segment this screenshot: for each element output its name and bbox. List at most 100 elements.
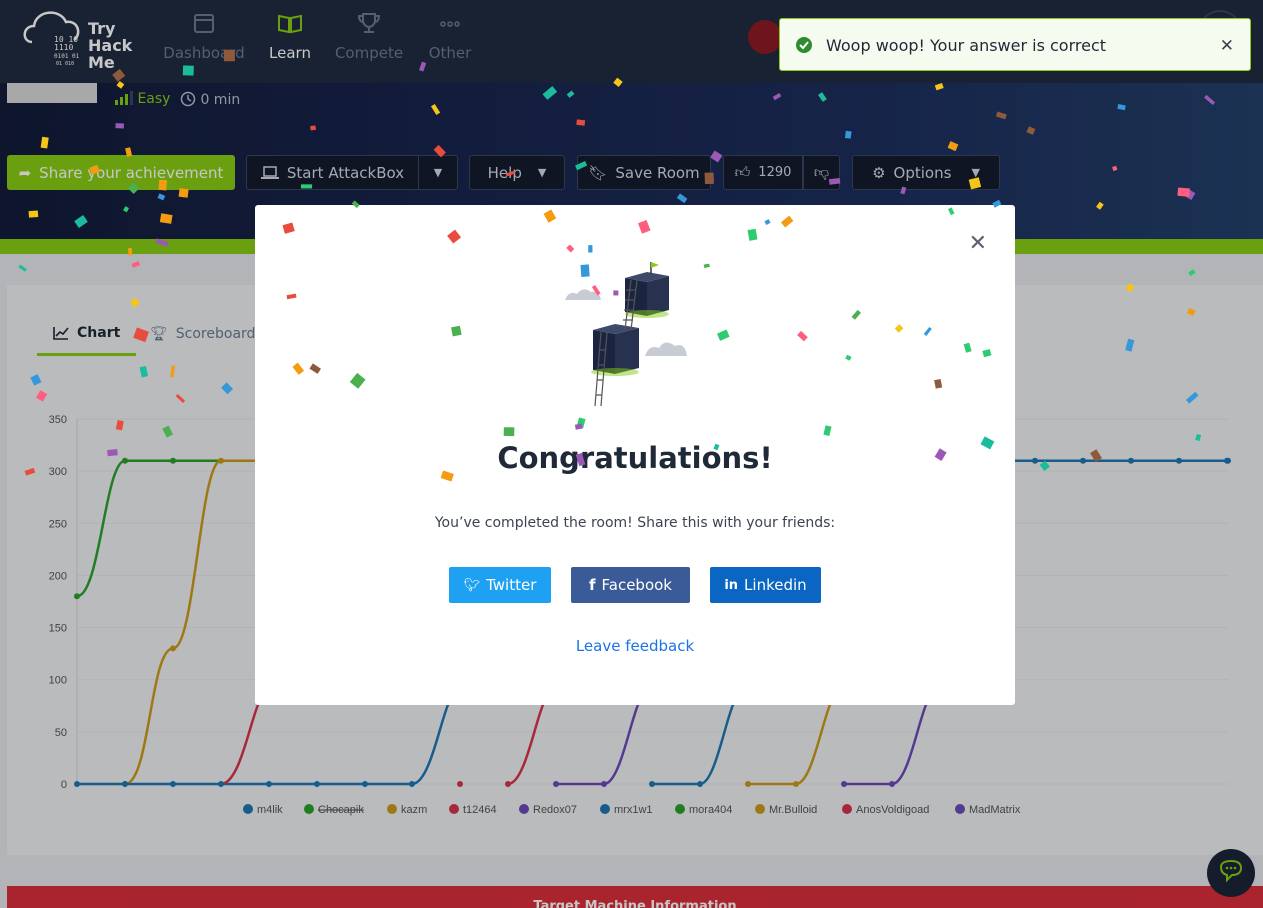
confetti-piece — [300, 184, 313, 189]
confetti-decoration — [18, 49, 1216, 482]
confetti-piece — [155, 238, 169, 247]
confetti-piece — [613, 290, 619, 296]
confetti-piece — [1117, 104, 1126, 111]
confetti-piece — [1185, 391, 1199, 404]
confetti-piece — [1096, 201, 1104, 210]
confetti-piece — [1177, 187, 1191, 197]
confetti-piece — [968, 177, 982, 190]
confetti-piece — [747, 228, 758, 241]
confetti-piece — [1112, 165, 1118, 172]
confetti-piece — [900, 186, 907, 195]
success-toast: Woop woop! Your answer is correct ✕ — [779, 18, 1251, 71]
confetti-piece — [923, 326, 932, 337]
confetti-piece — [1039, 460, 1050, 471]
confetti-piece — [159, 213, 173, 224]
confetti-piece — [575, 452, 586, 467]
confetti-piece — [127, 182, 140, 195]
confetti-piece — [566, 90, 575, 98]
confetti-piece — [133, 327, 149, 343]
confetti-piece — [580, 264, 590, 277]
confetti-piece — [158, 179, 168, 191]
confetti-piece — [780, 215, 794, 228]
confetti-piece — [963, 342, 972, 353]
confetti-piece — [574, 423, 583, 430]
confetti-piece — [115, 123, 125, 129]
confetti-piece — [1125, 338, 1135, 352]
confetti-piece — [309, 363, 321, 374]
toast-close-icon[interactable]: ✕ — [1220, 36, 1234, 56]
confetti-piece — [797, 330, 808, 342]
confetti-piece — [947, 207, 955, 216]
confetti-piece — [992, 199, 1002, 208]
confetti-piece — [894, 324, 904, 333]
confetti-piece — [221, 382, 234, 395]
confetti-piece — [286, 293, 297, 300]
confetti-piece — [162, 425, 174, 438]
confetti-piece — [934, 448, 947, 461]
confetti-piece — [139, 365, 149, 378]
confetti-piece — [282, 222, 295, 234]
confetti-piece — [123, 206, 130, 213]
confetti-piece — [828, 177, 841, 185]
confetti-piece — [127, 247, 133, 256]
confetti-piece — [175, 393, 186, 403]
confetti-piece — [703, 263, 710, 268]
confetti-piece — [30, 374, 42, 386]
confetti-piece — [845, 354, 852, 361]
confetti-piece — [505, 170, 516, 177]
confetti-piece — [676, 193, 688, 204]
confetti-piece — [566, 244, 575, 253]
confetti-piece — [576, 119, 586, 126]
toast-message: Woop woop! Your answer is correct — [826, 36, 1107, 55]
confetti-piece — [116, 80, 125, 89]
confetti-piece — [575, 160, 588, 171]
confetti-piece — [292, 362, 305, 375]
confetti-piece — [107, 449, 118, 457]
confetti-piece — [980, 436, 995, 450]
confetti-piece — [1186, 307, 1196, 316]
confetti-piece — [440, 470, 454, 482]
confetti-piece — [18, 264, 27, 272]
confetti-piece — [591, 284, 601, 296]
confetti-piece — [543, 209, 557, 223]
confetti-piece — [704, 172, 714, 185]
confetti-piece — [1188, 269, 1196, 277]
confetti-piece — [130, 297, 140, 308]
confetti-piece — [351, 200, 360, 209]
confetti-piece — [503, 427, 515, 437]
confetti-piece — [934, 379, 943, 389]
confetti-piece — [310, 125, 316, 131]
confetti-piece — [638, 219, 651, 234]
confetti-piece — [851, 309, 862, 320]
confetti-piece — [178, 188, 189, 198]
confetti-piece — [1204, 94, 1216, 106]
confetti-piece — [430, 104, 441, 115]
check-circle-icon — [796, 37, 812, 53]
confetti-piece — [349, 372, 366, 389]
confetti-piece — [112, 68, 126, 82]
confetti-piece — [125, 147, 133, 157]
confetti-piece — [1125, 283, 1135, 293]
confetti-piece — [223, 49, 235, 62]
confetti-piece — [588, 245, 593, 253]
confetti-piece — [716, 329, 730, 341]
confetti-piece — [613, 77, 623, 87]
confetti-piece — [764, 219, 771, 226]
confetti-piece — [170, 365, 176, 378]
confetti-piece — [40, 136, 49, 149]
confetti-piece — [419, 61, 427, 72]
confetti-piece — [451, 325, 462, 337]
confetti-piece — [24, 467, 36, 476]
confetti-piece — [36, 390, 48, 402]
confetti-piece — [934, 82, 944, 91]
confetti-piece — [182, 65, 194, 76]
confetti-piece — [772, 92, 782, 101]
confetti-piece — [1026, 126, 1036, 135]
confetti-piece — [131, 261, 140, 268]
confetti-piece — [947, 141, 959, 152]
confetti-piece — [713, 443, 720, 451]
confetti-piece — [115, 419, 124, 431]
confetti-piece — [542, 85, 558, 100]
confetti-piece — [1090, 449, 1102, 463]
confetti-piece — [982, 349, 992, 358]
